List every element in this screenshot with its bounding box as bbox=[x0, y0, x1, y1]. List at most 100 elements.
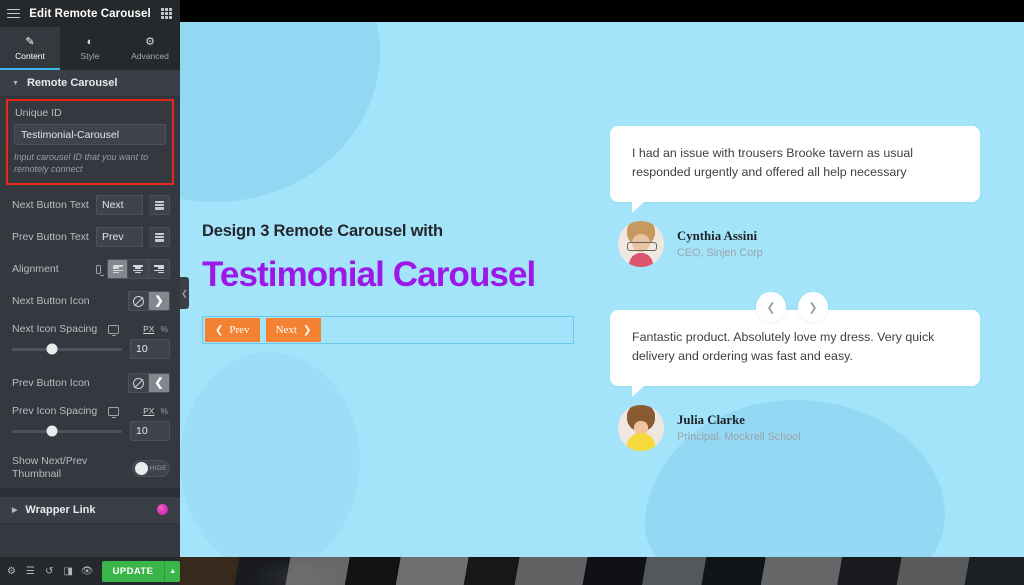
responsive-device-icon[interactable] bbox=[96, 265, 101, 274]
toggle-state-label: HIDE bbox=[148, 465, 170, 472]
dynamic-tags-icon[interactable] bbox=[149, 195, 170, 215]
dynamic-tags-icon[interactable] bbox=[149, 227, 170, 247]
preview-canvas: Design 3 Remote Carousel with Testimonia… bbox=[180, 0, 1024, 585]
testimonial-quote: I had an issue with trousers Brooke tave… bbox=[632, 144, 958, 182]
tab-content[interactable]: ✎ Content bbox=[0, 27, 60, 70]
section-remote-carousel[interactable]: ▼ Remote Carousel bbox=[0, 70, 180, 97]
prev-icon-segmented-control: ❮ bbox=[128, 373, 170, 393]
background-blob-top-left bbox=[180, 22, 380, 202]
toggle-knob bbox=[135, 462, 148, 475]
unit-percent-option[interactable]: % bbox=[160, 324, 168, 334]
slider-handle[interactable] bbox=[46, 344, 57, 355]
next-spacing-units: PX % bbox=[143, 324, 170, 334]
hero-section: Design 3 Remote Carousel with Testimonia… bbox=[180, 22, 1024, 557]
unit-percent-option[interactable]: % bbox=[160, 406, 168, 416]
prev-icon-spacing-row: Prev Icon Spacing PX % bbox=[0, 399, 180, 419]
unit-px-option[interactable]: PX bbox=[143, 406, 154, 416]
testimonial-quote: Fantastic product. Absolutely love my dr… bbox=[632, 328, 958, 366]
hero-eyebrow: Design 3 Remote Carousel with bbox=[202, 222, 602, 241]
tab-style[interactable]: ◐ Style bbox=[60, 27, 120, 70]
editor-sidebar-panel: Edit Remote Carousel ✎ Content ◐ Style ⚙… bbox=[0, 0, 180, 585]
settings-gear-icon[interactable]: ⚙ bbox=[2, 557, 21, 585]
show-thumbnail-row: Show Next/Prev Thumbnail HIDE bbox=[0, 449, 180, 487]
unique-id-control-group: Unique ID Input carousel ID that you wan… bbox=[6, 99, 174, 185]
no-icon-icon bbox=[133, 378, 144, 389]
next-icon-chevron-button[interactable]: ❯ bbox=[149, 291, 170, 311]
prev-button-text-input[interactable] bbox=[96, 227, 143, 247]
chevron-left-icon: ❮ bbox=[215, 325, 223, 336]
hamburger-icon[interactable] bbox=[0, 0, 27, 27]
editor-root: Design 3 Remote Carousel with Testimonia… bbox=[0, 0, 1024, 585]
history-clock-icon[interactable]: ↺ bbox=[40, 557, 59, 585]
testimonial-card: Fantastic product. Absolutely love my dr… bbox=[610, 310, 980, 451]
update-options-caret-icon[interactable]: ▲ bbox=[164, 561, 180, 582]
panel-title: Edit Remote Carousel bbox=[27, 8, 153, 20]
author-role: CEO, Sinjen Corp bbox=[677, 247, 763, 259]
show-thumbnail-toggle[interactable]: HIDE bbox=[132, 460, 170, 477]
remote-prev-button[interactable]: ❮ Prev bbox=[205, 318, 260, 342]
remote-next-button[interactable]: Next ❯ bbox=[266, 318, 322, 342]
panel-body: ▼ Remote Carousel Unique ID Input carous… bbox=[0, 70, 180, 557]
prev-icon-chevron-button[interactable]: ❮ bbox=[149, 373, 170, 393]
section-divider bbox=[0, 488, 180, 497]
next-button-text-input[interactable] bbox=[96, 195, 143, 215]
chevron-right-icon: ❯ bbox=[808, 301, 817, 314]
canvas-top-black-bar bbox=[180, 0, 1024, 22]
responsive-device-icon[interactable] bbox=[108, 407, 119, 416]
background-blob-bottom-left bbox=[180, 352, 360, 557]
prev-icon-none-button[interactable] bbox=[128, 373, 149, 393]
unit-px-option[interactable]: PX bbox=[143, 324, 154, 334]
unique-id-help-text: Input carousel ID that you want to remot… bbox=[14, 151, 166, 175]
section-remote-carousel-label: Remote Carousel bbox=[27, 77, 117, 89]
next-icon-spacing-slider-row bbox=[0, 337, 180, 367]
prev-icon-spacing-slider[interactable] bbox=[12, 430, 122, 433]
align-left-button[interactable] bbox=[107, 259, 128, 279]
align-right-button[interactable] bbox=[149, 259, 170, 279]
hero-title: Testimonial Carousel bbox=[202, 257, 602, 292]
chevron-right-icon: ❯ bbox=[154, 296, 163, 307]
next-icon-none-button[interactable] bbox=[128, 291, 149, 311]
prev-button-icon-row: Prev Button Icon ❮ bbox=[0, 367, 180, 399]
avatar bbox=[618, 405, 664, 451]
show-thumbnail-label: Show Next/Prev Thumbnail bbox=[12, 455, 108, 481]
align-center-button[interactable] bbox=[128, 259, 149, 279]
update-button[interactable]: UPDATE bbox=[102, 561, 165, 582]
responsive-device-icon[interactable] bbox=[108, 325, 119, 334]
carousel-prev-button[interactable]: ❮ bbox=[756, 292, 786, 322]
grid-apps-icon[interactable] bbox=[153, 0, 180, 27]
unique-id-label: Unique ID bbox=[15, 107, 166, 119]
section-wrapper-link-label: Wrapper Link bbox=[25, 504, 95, 516]
prev-button-icon-label: Prev Button Icon bbox=[12, 377, 90, 389]
next-button-icon-label: Next Button Icon bbox=[12, 295, 90, 307]
gear-icon: ⚙ bbox=[145, 37, 155, 48]
panel-bottom-bar: ⚙ ☰ ↺ ◨ 👁 UPDATE ▲ bbox=[0, 557, 180, 585]
no-icon-icon bbox=[133, 296, 144, 307]
responsive-mode-icon[interactable]: ◨ bbox=[59, 557, 78, 585]
contrast-half-circle-icon: ◐ bbox=[87, 37, 94, 48]
preview-eye-icon[interactable]: 👁 bbox=[78, 557, 97, 585]
slider-handle[interactable] bbox=[46, 426, 57, 437]
unique-id-input[interactable] bbox=[14, 124, 166, 145]
prev-button-text-label: Prev Button Text bbox=[12, 231, 90, 243]
navigator-layers-icon[interactable]: ☰ bbox=[21, 557, 40, 585]
carousel-next-button[interactable]: ❯ bbox=[798, 292, 828, 322]
section-wrapper-link[interactable]: ▶ Wrapper Link bbox=[0, 497, 180, 524]
author-name: Julia Clarke bbox=[677, 413, 801, 428]
tab-advanced[interactable]: ⚙ Advanced bbox=[120, 27, 180, 70]
remote-next-label: Next bbox=[276, 324, 297, 336]
next-section-photo-strip bbox=[180, 557, 1024, 585]
tab-style-label: Style bbox=[81, 51, 100, 61]
next-icon-spacing-slider[interactable] bbox=[12, 348, 122, 351]
chevron-left-icon: ❮ bbox=[154, 378, 163, 389]
chevron-right-icon: ❯ bbox=[303, 325, 311, 336]
prev-icon-spacing-input[interactable] bbox=[130, 421, 170, 441]
next-icon-spacing-row: Next Icon Spacing PX % bbox=[0, 317, 180, 337]
remote-prev-label: Prev bbox=[229, 324, 249, 336]
author-role: Principal, Mockrell School bbox=[677, 431, 801, 443]
tab-advanced-label: Advanced bbox=[131, 51, 169, 61]
prev-icon-spacing-slider-row bbox=[0, 419, 180, 449]
panel-collapse-handle[interactable]: ❮ bbox=[180, 277, 189, 309]
next-icon-spacing-input[interactable] bbox=[130, 339, 170, 359]
remote-carousel-widget[interactable]: ❮ Prev Next ❯ bbox=[202, 316, 574, 344]
prev-button-text-row: Prev Button Text bbox=[0, 221, 180, 253]
